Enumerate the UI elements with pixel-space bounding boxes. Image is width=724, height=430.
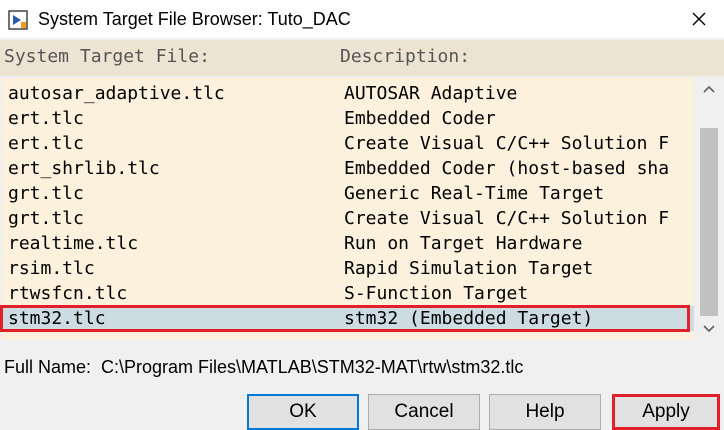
app-icon [8,10,28,30]
target-file-description: AUTOSAR Adaptive [344,83,518,104]
target-file-rows[interactable]: autosar_adaptive.tlc AUTOSAR Adaptive ert.… [2,78,694,340]
window-title: System Target File Browser: Tuto_DAC [38,9,351,29]
target-file-name: grt.tlc [8,183,84,204]
list-item[interactable]: ert.tlc Embedded Coder [2,106,694,131]
list-item[interactable]: ert.tlc Create Visual C/C++ Solution F [2,131,694,156]
list-item[interactable]: grt.tlc Generic Real-Time Target [2,181,694,206]
target-file-description: Generic Real-Time Target [344,183,605,204]
list-item[interactable]: ert_shrlib.tlc Embedded Coder (host-based… [2,156,694,181]
target-file-name: rsim.tlc [8,258,95,279]
list-item[interactable]: rtwsfcn.tlc S-Function Target [2,281,694,306]
title-bar: System Target File Browser: Tuto_DAC [0,0,724,38]
target-file-name: autosar_adaptive.tlc [8,83,225,104]
scroll-thumb[interactable] [700,128,718,316]
help-button[interactable]: Help [489,394,601,430]
target-file-description: Embedded Coder [344,108,496,129]
full-name-label: Full Name: [4,357,92,377]
scroll-down-button[interactable] [696,318,722,340]
list-item[interactable]: grt.tlc Create Visual C/C++ Solution F [2,206,694,231]
scroll-up-button[interactable] [696,78,722,100]
full-name-value: C:\Program Files\MATLAB\STM32-MAT\rtw\st… [101,357,524,377]
target-file-name: rtwsfcn.tlc [8,283,128,304]
target-file-list[interactable]: autosar_adaptive.tlc AUTOSAR Adaptive ert.… [0,76,724,342]
chevron-down-icon [703,325,715,333]
chevron-up-icon [703,85,715,93]
list-item[interactable]: realtime.tlc Run on Target Hardware [2,231,694,256]
target-file-name: ert.tlc [8,108,84,129]
target-file-description: Run on Target Hardware [344,233,583,254]
full-name-line: Full Name: C:\Program Files\MATLAB\STM32-… [4,354,523,380]
target-file-description: Create Visual C/C++ Solution F [344,133,670,154]
cancel-button[interactable]: Cancel [368,394,480,430]
vertical-scrollbar[interactable] [696,78,722,340]
ok-button[interactable]: OK [247,394,359,430]
target-file-name: ert_shrlib.tlc [8,158,160,179]
column-headers: System Target File: Description: [0,40,724,76]
target-file-description: Rapid Simulation Target [344,258,594,279]
target-file-name: grt.tlc [8,208,84,229]
target-file-name: ert.tlc [8,133,84,154]
target-file-name: stm32.tlc [8,308,106,329]
list-item[interactable]: rsim.tlc Rapid Simulation Target [2,256,694,281]
list-item-selected[interactable]: stm32.tlc stm32 (Embedded Target) [2,306,694,331]
target-file-description: stm32 (Embedded Target) [344,308,594,329]
target-file-description: S-Function Target [344,283,529,304]
list-item[interactable]: autosar_adaptive.tlc AUTOSAR Adaptive [2,81,694,106]
target-file-name: realtime.tlc [8,233,139,254]
target-file-description: Embedded Coder (host-based sha [344,158,670,179]
target-file-description: Create Visual C/C++ Solution F [344,208,670,229]
close-icon [692,12,706,26]
header-system-target-file: System Target File: [4,46,210,67]
header-description: Description: [340,46,471,67]
apply-button[interactable]: Apply [612,394,720,430]
close-button[interactable] [676,0,722,38]
